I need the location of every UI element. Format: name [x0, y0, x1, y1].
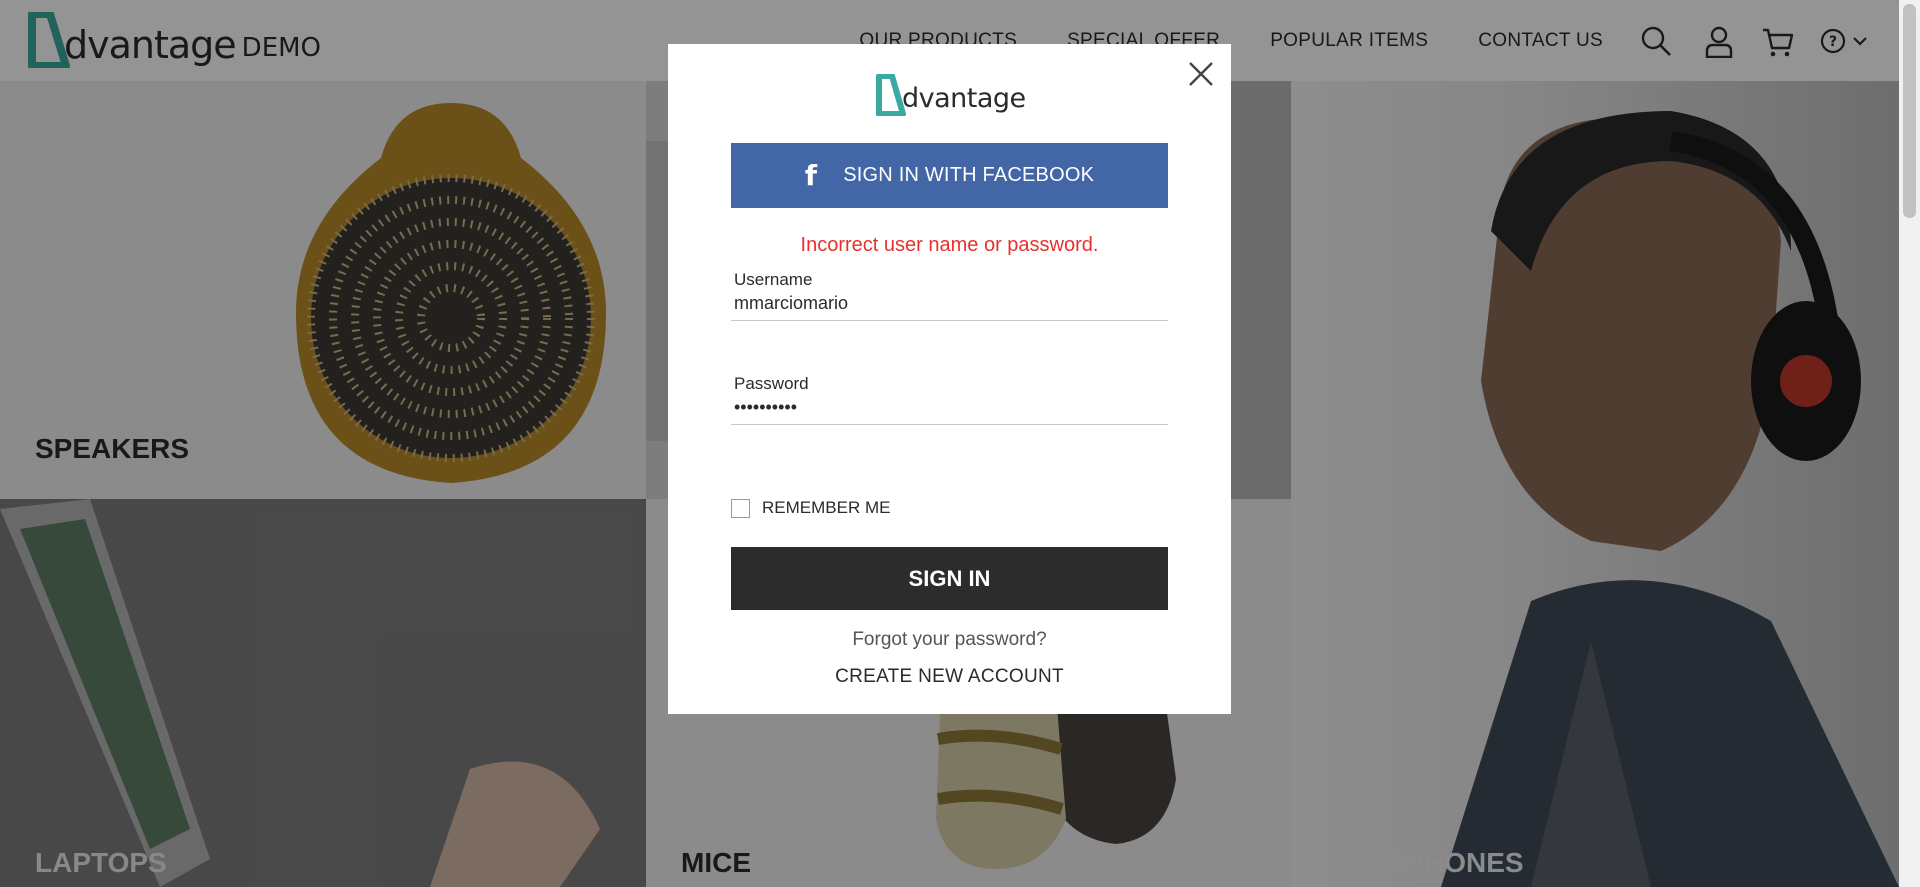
facebook-button-label: SIGN IN WITH FACEBOOK: [843, 164, 1095, 186]
login-modal: dvantage f SIGN IN WITH FACEBOOK Incorre…: [668, 44, 1231, 714]
password-input[interactable]: [731, 394, 1168, 424]
username-field: Username: [731, 270, 1168, 321]
login-error-message: Incorrect user name or password.: [800, 234, 1099, 256]
scrollbar-thumb[interactable]: [1903, 4, 1916, 218]
page-scrollbar[interactable]: [1899, 0, 1920, 887]
password-field: Password: [731, 374, 1168, 425]
username-label: Username: [734, 270, 813, 289]
close-icon[interactable]: [1187, 60, 1215, 88]
forgot-password-link[interactable]: Forgot your password?: [668, 629, 1231, 651]
facebook-icon: f: [804, 159, 818, 192]
remember-me-option[interactable]: REMEMBER ME: [731, 498, 890, 518]
remember-me-label[interactable]: REMEMBER ME: [762, 498, 890, 518]
create-account-link[interactable]: CREATE NEW ACCOUNT: [668, 666, 1231, 688]
modal-logo-wordmark: dvantage: [902, 83, 1026, 114]
password-label: Password: [734, 374, 809, 393]
sign-in-facebook-button[interactable]: f SIGN IN WITH FACEBOOK: [731, 143, 1168, 208]
username-input[interactable]: [731, 290, 1168, 320]
remember-me-checkbox[interactable]: [731, 498, 750, 518]
modal-logo: dvantage: [876, 74, 1026, 116]
sign-in-button[interactable]: SIGN IN: [731, 547, 1168, 610]
